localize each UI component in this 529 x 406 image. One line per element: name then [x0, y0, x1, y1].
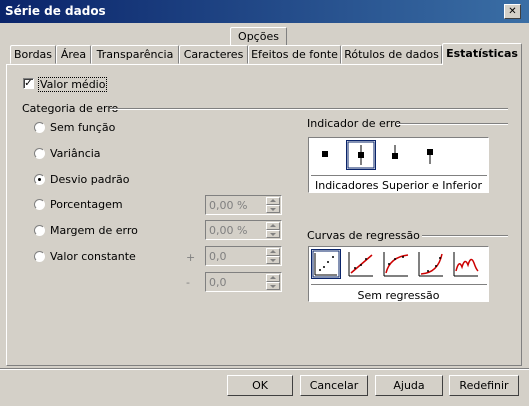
radio-label: Sem função	[50, 121, 116, 134]
indicator-none-button[interactable]	[311, 140, 341, 170]
radio-label: Margem de erro	[50, 224, 138, 237]
spin-down-icon[interactable]	[266, 282, 280, 290]
margin-value: 0,00 %	[209, 224, 248, 237]
tab-label: Transparência	[96, 48, 174, 61]
tab-label: Rótulos de dados	[344, 48, 439, 61]
tab-opcoes-label: Opções	[238, 30, 279, 43]
minus-sign: -	[186, 276, 190, 289]
separator	[397, 123, 508, 125]
tab-caracteres[interactable]: Caracteres	[179, 45, 248, 64]
help-button[interactable]: Ajuda	[375, 375, 443, 396]
indicator-lower-button[interactable]	[416, 140, 446, 170]
indicator-lower-icon	[427, 149, 433, 164]
radio-label: Variância	[50, 147, 101, 160]
tab-label: Efeitos de fonte	[251, 48, 338, 61]
spin-down-icon[interactable]	[266, 256, 280, 264]
tab-label: Estatísticas	[446, 47, 518, 60]
radio-variancia[interactable]	[34, 148, 45, 159]
spin-down-icon[interactable]	[266, 205, 280, 213]
ok-button[interactable]: OK	[227, 375, 293, 396]
regression-power-icon	[453, 252, 479, 277]
tab-label: Bordas	[13, 48, 53, 61]
radio-label: Valor constante	[50, 250, 136, 263]
spin-up-icon[interactable]	[266, 197, 280, 205]
separator	[311, 284, 487, 286]
tab-opcoes[interactable]: Opções	[230, 27, 287, 46]
regression-linear-icon	[348, 252, 373, 277]
percent-spinfield[interactable]: 0,00 %	[205, 195, 282, 215]
mean-label: Valor médio	[38, 77, 108, 92]
regression-log-button[interactable]	[381, 249, 411, 279]
spin-down-icon[interactable]	[266, 230, 280, 238]
separator	[0, 368, 529, 370]
reset-button[interactable]: Redefinir	[449, 375, 519, 396]
spin-up-icon[interactable]	[266, 222, 280, 230]
regression-linear-button[interactable]	[346, 249, 376, 279]
percent-value: 0,00 %	[209, 199, 248, 212]
margin-spinfield[interactable]: 0,00 %	[205, 220, 282, 240]
radio-label: Porcentagem	[50, 198, 123, 211]
error-indicator-caption: Indicadores Superior e Inferior	[314, 179, 482, 192]
regression-none-button[interactable]	[311, 249, 341, 279]
constant-plus-value: 0,0	[209, 250, 227, 263]
separator	[110, 108, 508, 110]
separator	[422, 235, 508, 237]
radio-porcentagem[interactable]	[34, 199, 45, 210]
indicator-both-icon	[347, 141, 375, 169]
cancel-button[interactable]: Cancelar	[300, 375, 368, 396]
close-button[interactable]: ✕	[504, 4, 521, 19]
tab-efeitos-de-fonte[interactable]: Efeitos de fonte	[248, 45, 341, 64]
regression-exp-icon	[418, 252, 443, 277]
tab-label: Área	[60, 48, 87, 61]
radio-desvio-padrao[interactable]	[34, 174, 45, 185]
close-icon: ✕	[508, 6, 517, 17]
regression-log-icon	[383, 252, 409, 277]
tab-estatisticas[interactable]: Estatísticas	[442, 43, 522, 65]
constant-minus-value: 0,0	[209, 276, 227, 289]
tab-rotulos-de-dados[interactable]: Rótulos de dados	[341, 45, 442, 64]
indicator-upper-icon	[392, 145, 398, 159]
indicator-both-button[interactable]	[346, 140, 376, 170]
radio-label: Desvio padrão	[50, 173, 130, 186]
mean-checkbox[interactable]: ✓	[23, 78, 34, 89]
error-category-title: Categoria de erro	[22, 102, 119, 115]
regression-none-icon	[312, 250, 340, 278]
regression-power-button[interactable]	[451, 249, 481, 279]
radio-valor-constante[interactable]	[34, 251, 45, 262]
tab-bordas[interactable]: Bordas	[10, 45, 56, 64]
radio-margem-de-erro[interactable]	[34, 225, 45, 236]
error-indicator-title: Indicador de erro	[307, 117, 402, 130]
spin-up-icon[interactable]	[266, 248, 280, 256]
regression-title: Curvas de regressão	[307, 229, 420, 242]
indicator-none-icon	[322, 151, 328, 157]
tab-transparencia[interactable]: Transparência	[91, 45, 179, 64]
tab-label: Caracteres	[183, 48, 244, 61]
constant-minus-spinfield[interactable]: 0,0	[205, 272, 282, 292]
window-title: Série de dados	[5, 4, 106, 18]
regression-exp-button[interactable]	[416, 249, 446, 279]
plus-sign: +	[186, 251, 196, 264]
separator	[311, 175, 487, 177]
spin-up-icon[interactable]	[266, 274, 280, 282]
constant-plus-spinfield[interactable]: 0,0	[205, 246, 282, 266]
tab-area[interactable]: Área	[56, 45, 91, 64]
radio-sem-funcao[interactable]	[34, 122, 45, 133]
indicator-upper-button[interactable]	[381, 140, 411, 170]
regression-caption: Sem regressão	[357, 289, 440, 302]
